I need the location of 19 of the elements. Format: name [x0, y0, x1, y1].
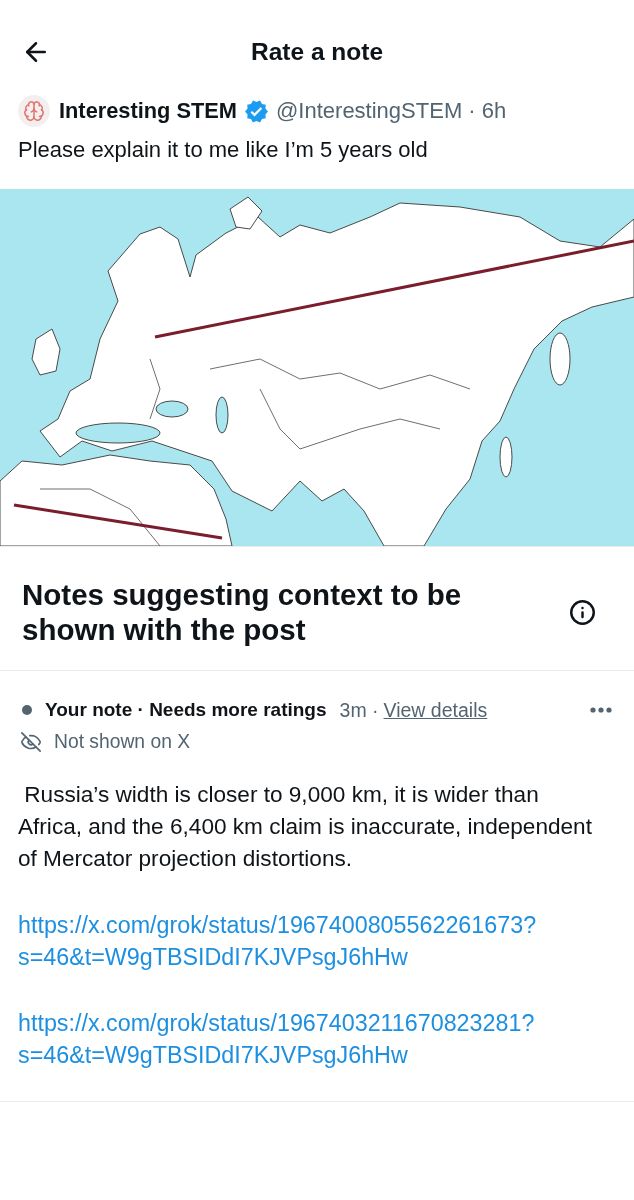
section-heading: Notes suggesting context to be shown with the post [22, 577, 463, 647]
info-button[interactable] [569, 598, 596, 626]
more-options-button[interactable] [590, 707, 612, 713]
note-text: Russia’s width is closer to 9,000 km, it is wider than Africa, and the 6,400 km claim is inaccurate, independent of Mercator projection distortions. [18, 781, 593, 873]
note-status-label: Your note · Needs more ratings [45, 699, 327, 721]
author-handle-time: @InterestingSTEM · 6h [276, 98, 507, 124]
author-name[interactable]: Interesting STEM [59, 98, 238, 124]
view-details-link[interactable]: View details [383, 698, 488, 722]
brain-avatar-icon[interactable] [18, 95, 50, 127]
visibility-status: Not shown on X [54, 731, 191, 753]
note-time: 3m · [339, 698, 379, 722]
info-icon [569, 598, 596, 626]
eye-off-icon [20, 731, 42, 753]
note-link[interactable]: https://x.com/grok/status/1967403211670823281?s=46&t=W9gTBSIDdI7KJVPsgJ6hHw [18, 1007, 616, 1071]
page-title: Rate a note [249, 38, 385, 66]
ellipsis-icon [590, 707, 612, 713]
note-link[interactable]: https://x.com/grok/status/1967400805562261673?s=46&t=W9gTBSIDdI7KJVPsgJ6hHw [18, 909, 616, 973]
status-dot-icon [22, 705, 32, 715]
post-text: Please explain it to me like I’m 5 years old [18, 136, 429, 164]
